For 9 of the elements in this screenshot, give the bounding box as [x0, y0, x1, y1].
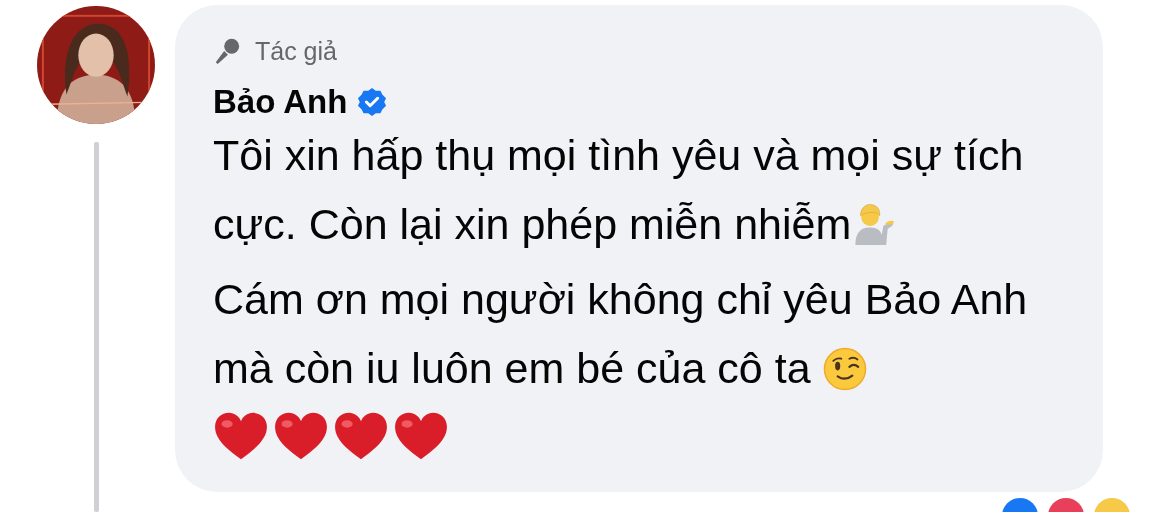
- heart-icon: [333, 411, 389, 461]
- comment-text: Tôi xin hấp thụ mọi tình yêu và mọi sự tích cực. Còn lại xin phép miễn nhiễm: [213, 131, 1024, 248]
- author-name[interactable]: Bảo Anh: [213, 83, 348, 121]
- author-label: Tác giả: [255, 36, 337, 66]
- heart-icon: [273, 411, 329, 461]
- heart-icon: [393, 411, 449, 461]
- heart-icon: [213, 411, 269, 461]
- winking-face-icon: [822, 347, 867, 391]
- microphone-icon: [213, 37, 241, 65]
